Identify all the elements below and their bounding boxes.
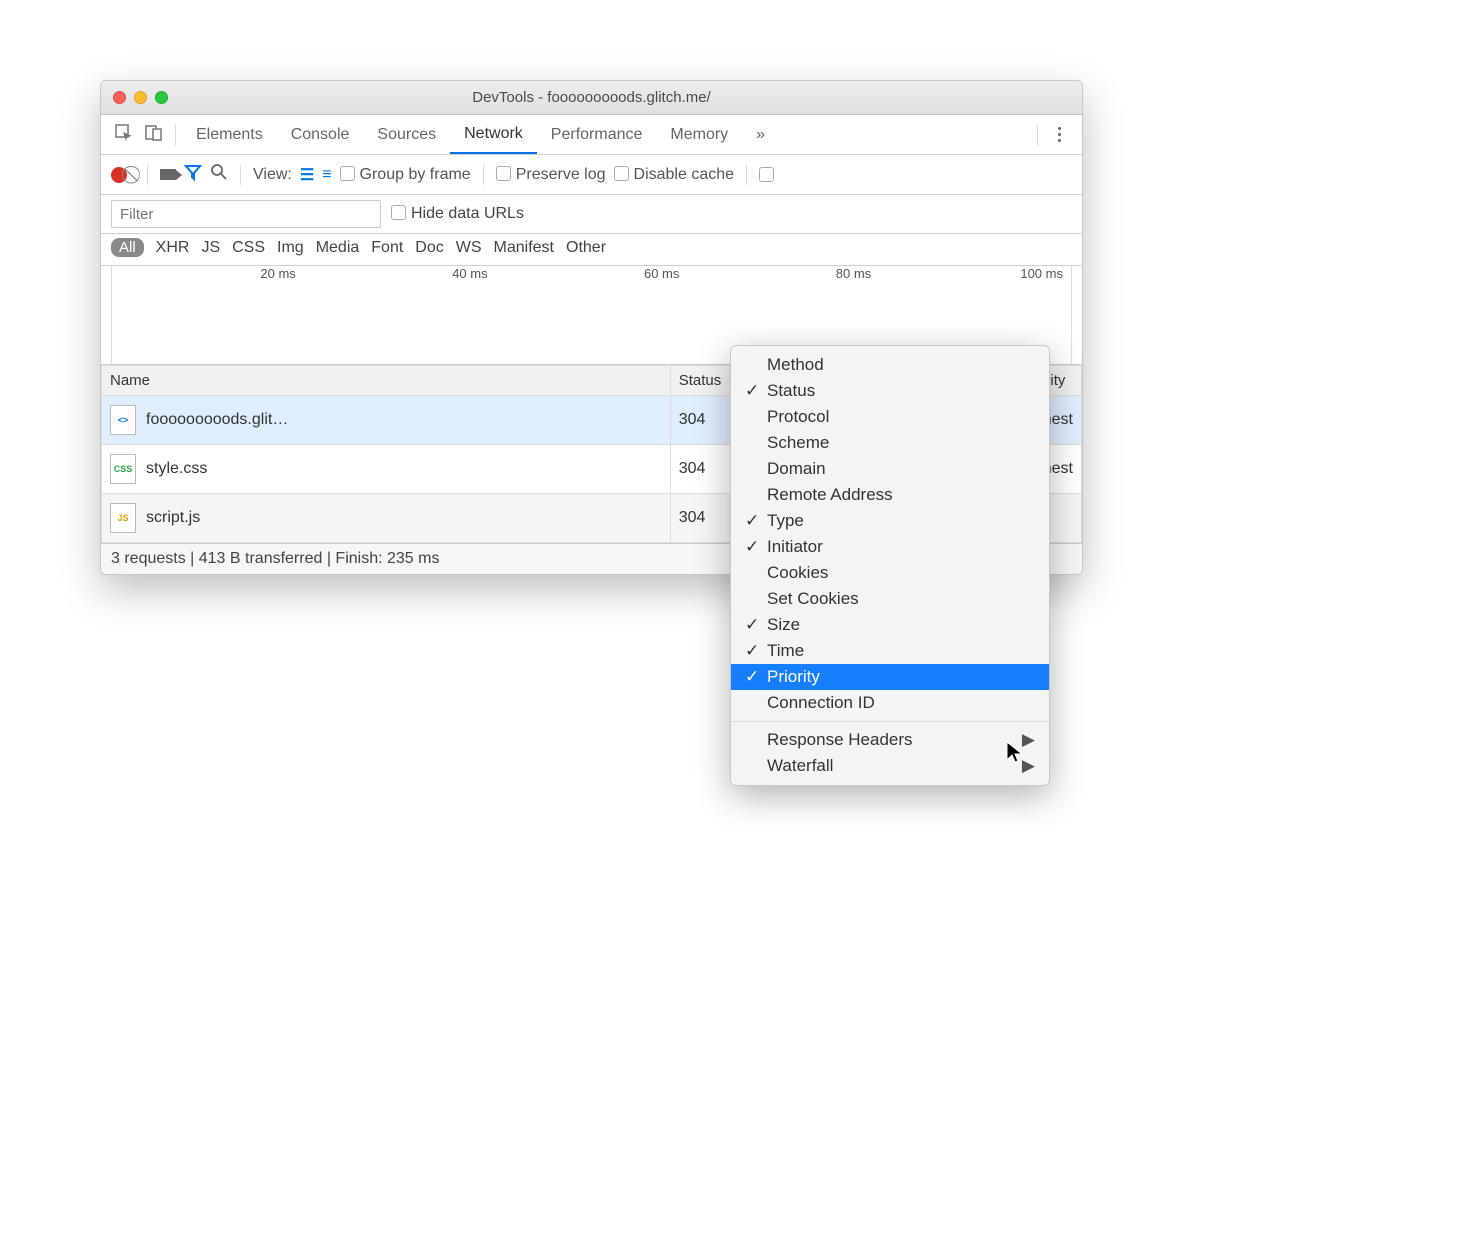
file-icon: <> <box>110 405 136 435</box>
file-name: script.js <box>146 509 200 527</box>
preserve-log-label: Preserve log <box>516 166 606 183</box>
type-filter-media[interactable]: Media <box>316 239 360 257</box>
column-context-menu: MethodStatusProtocolSchemeDomainRemote A… <box>730 345 1050 786</box>
menu-item-time[interactable]: Time <box>731 638 1049 664</box>
view-large-icon[interactable]: ☰ <box>300 165 314 185</box>
time-tick: 80 ms <box>687 266 879 281</box>
filter-input[interactable] <box>111 200 381 228</box>
cell-status: 304 <box>670 396 732 445</box>
preserve-log-checkbox[interactable]: Preserve log <box>496 166 606 184</box>
disable-cache-checkbox[interactable]: Disable cache <box>614 166 735 184</box>
panel-tabs: ElementsConsoleSourcesNetworkPerformance… <box>101 115 1082 155</box>
minimize-window-button[interactable] <box>134 91 147 104</box>
menu-item-protocol[interactable]: Protocol <box>731 404 1049 430</box>
time-tick: 20 ms <box>112 266 304 281</box>
menu-item-domain[interactable]: Domain <box>731 456 1049 482</box>
menu-item-waterfall[interactable]: Waterfall▶ <box>731 753 1049 779</box>
file-icon: CSS <box>110 454 136 484</box>
menu-item-scheme[interactable]: Scheme <box>731 430 1049 456</box>
menu-item-priority[interactable]: Priority <box>731 664 1049 690</box>
filter-bar: Hide data URLs <box>101 195 1082 234</box>
tab-elements[interactable]: Elements <box>182 115 277 154</box>
filter-toggle-icon[interactable] <box>184 163 202 186</box>
type-filter-other[interactable]: Other <box>566 239 606 257</box>
tab-performance[interactable]: Performance <box>537 115 657 154</box>
cell-status: 304 <box>670 494 732 543</box>
hide-data-urls-checkbox[interactable]: Hide data URLs <box>391 205 524 223</box>
type-filter-ws[interactable]: WS <box>456 239 482 257</box>
menu-item-initiator[interactable]: Initiator <box>731 534 1049 560</box>
file-name: fooooooooods.glit… <box>146 411 288 429</box>
column-header-name[interactable]: Name <box>102 366 671 396</box>
view-small-icon[interactable]: ≡ <box>322 166 331 184</box>
type-filter-row: All XHR JS CSS Img Media Font Doc WS Manifest Othe… <box>101 234 1082 266</box>
menu-item-status[interactable]: Status <box>731 378 1049 404</box>
type-filter-doc[interactable]: Doc <box>415 239 443 257</box>
menu-item-cookies[interactable]: Cookies <box>731 560 1049 586</box>
type-filter-all[interactable]: All <box>111 238 144 257</box>
group-by-frame-checkbox[interactable]: Group by frame <box>340 166 471 184</box>
menu-item-set-cookies[interactable]: Set Cookies <box>731 586 1049 612</box>
time-tick: 60 ms <box>496 266 688 281</box>
type-filter-xhr[interactable]: XHR <box>156 239 190 257</box>
hide-data-urls-label: Hide data URLs <box>411 205 524 222</box>
network-toolbar: ⃠ View: ☰ ≡ Group by frame Preserve log … <box>101 155 1082 195</box>
time-tick: 100 ms <box>879 266 1071 281</box>
menu-item-size[interactable]: Size <box>731 612 1049 638</box>
offline-checkbox[interactable] <box>759 167 774 182</box>
type-filter-img[interactable]: Img <box>277 239 304 257</box>
view-label: View: <box>253 166 292 184</box>
traffic-lights <box>113 91 168 104</box>
close-window-button[interactable] <box>113 91 126 104</box>
titlebar: DevTools - fooooooooods.glitch.me/ <box>101 81 1082 115</box>
column-header-status[interactable]: Status <box>670 366 732 396</box>
record-button[interactable] <box>111 167 127 183</box>
tab-console[interactable]: Console <box>277 115 364 154</box>
capture-screenshots-icon[interactable] <box>160 169 176 180</box>
inspect-element-icon[interactable] <box>109 124 139 145</box>
device-toolbar-icon[interactable] <box>139 124 169 145</box>
type-filter-font[interactable]: Font <box>371 239 403 257</box>
menu-item-remote-address[interactable]: Remote Address <box>731 482 1049 508</box>
window-title: DevTools - fooooooooods.glitch.me/ <box>472 89 710 106</box>
mouse-cursor-icon <box>1005 740 1025 770</box>
type-filter-manifest[interactable]: Manifest <box>494 239 554 257</box>
menu-item-method[interactable]: Method <box>731 352 1049 378</box>
cell-status: 304 <box>670 445 732 494</box>
file-name: style.css <box>146 460 207 478</box>
zoom-window-button[interactable] <box>155 91 168 104</box>
search-icon[interactable] <box>210 163 228 186</box>
tab-memory[interactable]: Memory <box>656 115 742 154</box>
time-tick: 40 ms <box>304 266 496 281</box>
menu-item-response-headers[interactable]: Response Headers▶ <box>731 727 1049 753</box>
type-filter-css[interactable]: CSS <box>232 239 265 257</box>
tab-network[interactable]: Network <box>450 115 537 154</box>
menu-item-type[interactable]: Type <box>731 508 1049 534</box>
group-by-frame-label: Group by frame <box>360 166 471 183</box>
more-tabs-button[interactable]: » <box>742 115 779 154</box>
file-icon: JS <box>110 503 136 533</box>
disable-cache-label: Disable cache <box>634 166 735 183</box>
kebab-menu-icon[interactable] <box>1044 127 1074 142</box>
tab-sources[interactable]: Sources <box>363 115 450 154</box>
type-filter-js[interactable]: JS <box>201 239 220 257</box>
menu-item-connection-id[interactable]: Connection ID <box>731 690 1049 716</box>
